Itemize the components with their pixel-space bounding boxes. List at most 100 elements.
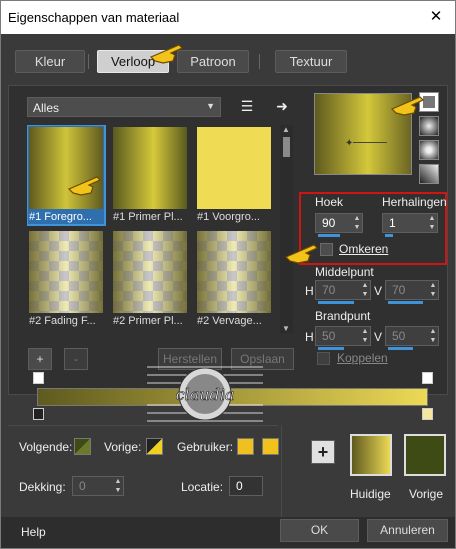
gebruiker-swatch-1[interactable] [237, 438, 254, 455]
huidige-swatch[interactable] [350, 434, 392, 476]
middelpunt-v-slider[interactable] [388, 301, 423, 304]
gradient-thumbnail [113, 127, 187, 209]
gallery-item[interactable]: #1 Primer Pl... [111, 125, 189, 225]
gallery-item-label: #2 Vervage... [197, 315, 262, 327]
title-bar: Eigenschappen van materiaal ✕ [1, 1, 455, 34]
material-properties-dialog: Eigenschappen van materiaal ✕ Kleur Verl… [0, 0, 456, 549]
brandpunt-v-slider[interactable] [388, 347, 413, 350]
koppelen-checkbox[interactable] [317, 352, 330, 365]
brandpunt-h-label: H [305, 330, 314, 344]
middelpunt-h-input[interactable]: 70 ▲ ▼ [315, 280, 371, 304]
middelpunt-h-slider[interactable] [318, 301, 354, 304]
gallery-item-label: #2 Primer Pl... [113, 315, 183, 327]
middelpunt-v-input[interactable]: 70 ▲ ▼ [385, 280, 439, 304]
spinner-icon[interactable]: ▲ ▼ [427, 214, 437, 232]
herhalingen-input[interactable]: 1 ▲ ▼ [382, 213, 438, 237]
tab-separator [259, 54, 260, 69]
gallery-item-label: #1 Foregro... [29, 211, 92, 223]
pointing-hand-icon [67, 176, 102, 196]
koppelen-label: Koppelen [337, 351, 388, 365]
arrow-right-icon[interactable]: ➜ [274, 98, 290, 114]
gallery-item-label: #2 Fading F... [29, 315, 96, 327]
spinner-icon[interactable]: ▲ ▼ [360, 327, 370, 345]
transparency-stop-left[interactable] [33, 372, 44, 384]
locatie-label: Locatie: [181, 480, 224, 494]
middelpunt-label: Middelpunt [315, 265, 374, 279]
tab-kleur[interactable]: Kleur [15, 50, 85, 73]
hoek-input[interactable]: 90 ▲ ▼ [315, 213, 363, 237]
divider [281, 425, 282, 517]
chevron-down-icon: ▼ [206, 101, 215, 111]
brandpunt-label: Brandpunt [315, 309, 371, 323]
vorige-label: Vorige: [104, 440, 142, 454]
volgende-swatch[interactable] [74, 438, 91, 455]
ok-button[interactable]: OK [280, 519, 359, 542]
center-point-icon: ✦ [345, 138, 354, 149]
gallery-item[interactable]: #2 Vervage... [195, 229, 273, 329]
omkeren-checkbox[interactable] [320, 243, 333, 256]
tab-textuur[interactable]: Textuur [275, 50, 347, 73]
divider [8, 425, 278, 426]
gebruiker-label: Gebruiker: [177, 440, 234, 454]
gradient-thumbnail [197, 127, 271, 209]
window-title: Eigenschappen van materiaal [8, 10, 180, 25]
spinner-icon[interactable]: ▲ ▼ [113, 477, 123, 495]
middelpunt-h-label: H [305, 284, 314, 298]
pointing-hand-icon [149, 44, 184, 64]
omkeren-label[interactable]: Omkeren [339, 242, 388, 256]
gallery-item[interactable]: #2 Fading F... [27, 229, 105, 329]
brandpunt-h-input[interactable]: 50 ▲ ▼ [315, 326, 371, 350]
vorige-swatch[interactable] [146, 438, 163, 455]
brandpunt-v-input[interactable]: 50 ▲ ▼ [385, 326, 439, 350]
color-stop-left[interactable] [33, 408, 44, 420]
gallery-item[interactable]: #2 Primer Pl... [111, 229, 189, 329]
gradient-thumbnail [29, 231, 103, 313]
claudia-watermark: claudia [147, 366, 263, 422]
middelpunt-v-label: V [374, 284, 383, 298]
vorige-big-label: Vorige [409, 487, 444, 501]
spinner-icon[interactable]: ▲ ▼ [360, 281, 370, 299]
angle-handle[interactable] [353, 142, 387, 143]
help-link[interactable]: Help [21, 525, 46, 539]
brandpunt-v-label: V [374, 330, 383, 344]
remove-stop-button[interactable]: - [64, 348, 88, 370]
add-stop-button[interactable]: + [28, 348, 52, 370]
scroll-down-icon[interactable]: ▼ [282, 324, 290, 333]
gradient-thumbnail [113, 231, 187, 313]
gallery-scrollbar[interactable]: ▲ ▼ [280, 125, 293, 333]
radial-style-button[interactable] [419, 164, 439, 184]
scrollbar-thumb[interactable] [283, 137, 290, 157]
gallery-item[interactable]: #1 Voorgro... [195, 125, 273, 225]
spinner-icon[interactable]: ▲ ▼ [428, 281, 438, 299]
hoek-slider[interactable] [318, 234, 340, 237]
spinner-icon[interactable]: ▲ ▼ [428, 327, 438, 345]
gradient-thumbnail [197, 231, 271, 313]
gallery-item-label: #1 Voorgro... [197, 211, 260, 223]
vorige-big-swatch[interactable] [404, 434, 446, 476]
scroll-up-icon[interactable]: ▲ [282, 125, 290, 134]
dekking-input[interactable]: 0 ▲ ▼ [72, 476, 124, 496]
hoek-label: Hoek [315, 195, 344, 209]
watermark-text: claudia [176, 385, 235, 404]
pointing-hand-icon [390, 96, 425, 116]
close-button[interactable]: ✕ [426, 8, 446, 28]
tab-separator [88, 54, 89, 69]
brandpunt-h-slider[interactable] [318, 347, 344, 350]
category-dropdown[interactable]: Alles ▼ [27, 97, 221, 117]
plus-button[interactable]: + [311, 440, 335, 464]
locatie-input[interactable]: 0 [229, 476, 263, 496]
gebruiker-swatch-2[interactable] [262, 438, 279, 455]
list-view-icon[interactable]: ☰ [239, 98, 255, 114]
cancel-button[interactable]: Annuleren [367, 519, 448, 542]
herhalingen-slider[interactable] [385, 234, 393, 237]
category-value: Alles [33, 101, 60, 115]
volgende-label: Volgende: [19, 440, 73, 454]
spinner-icon[interactable]: ▲ ▼ [352, 214, 362, 232]
sunburst-style-button[interactable] [419, 140, 439, 160]
huidige-label: Huidige [350, 487, 391, 501]
color-stop-right[interactable] [422, 408, 433, 420]
tab-patroon[interactable]: Patroon [177, 50, 249, 73]
gallery-item-label: #1 Primer Pl... [113, 211, 183, 223]
herhalingen-label: Herhalingen [382, 195, 447, 209]
transparency-stop-right[interactable] [422, 372, 433, 384]
